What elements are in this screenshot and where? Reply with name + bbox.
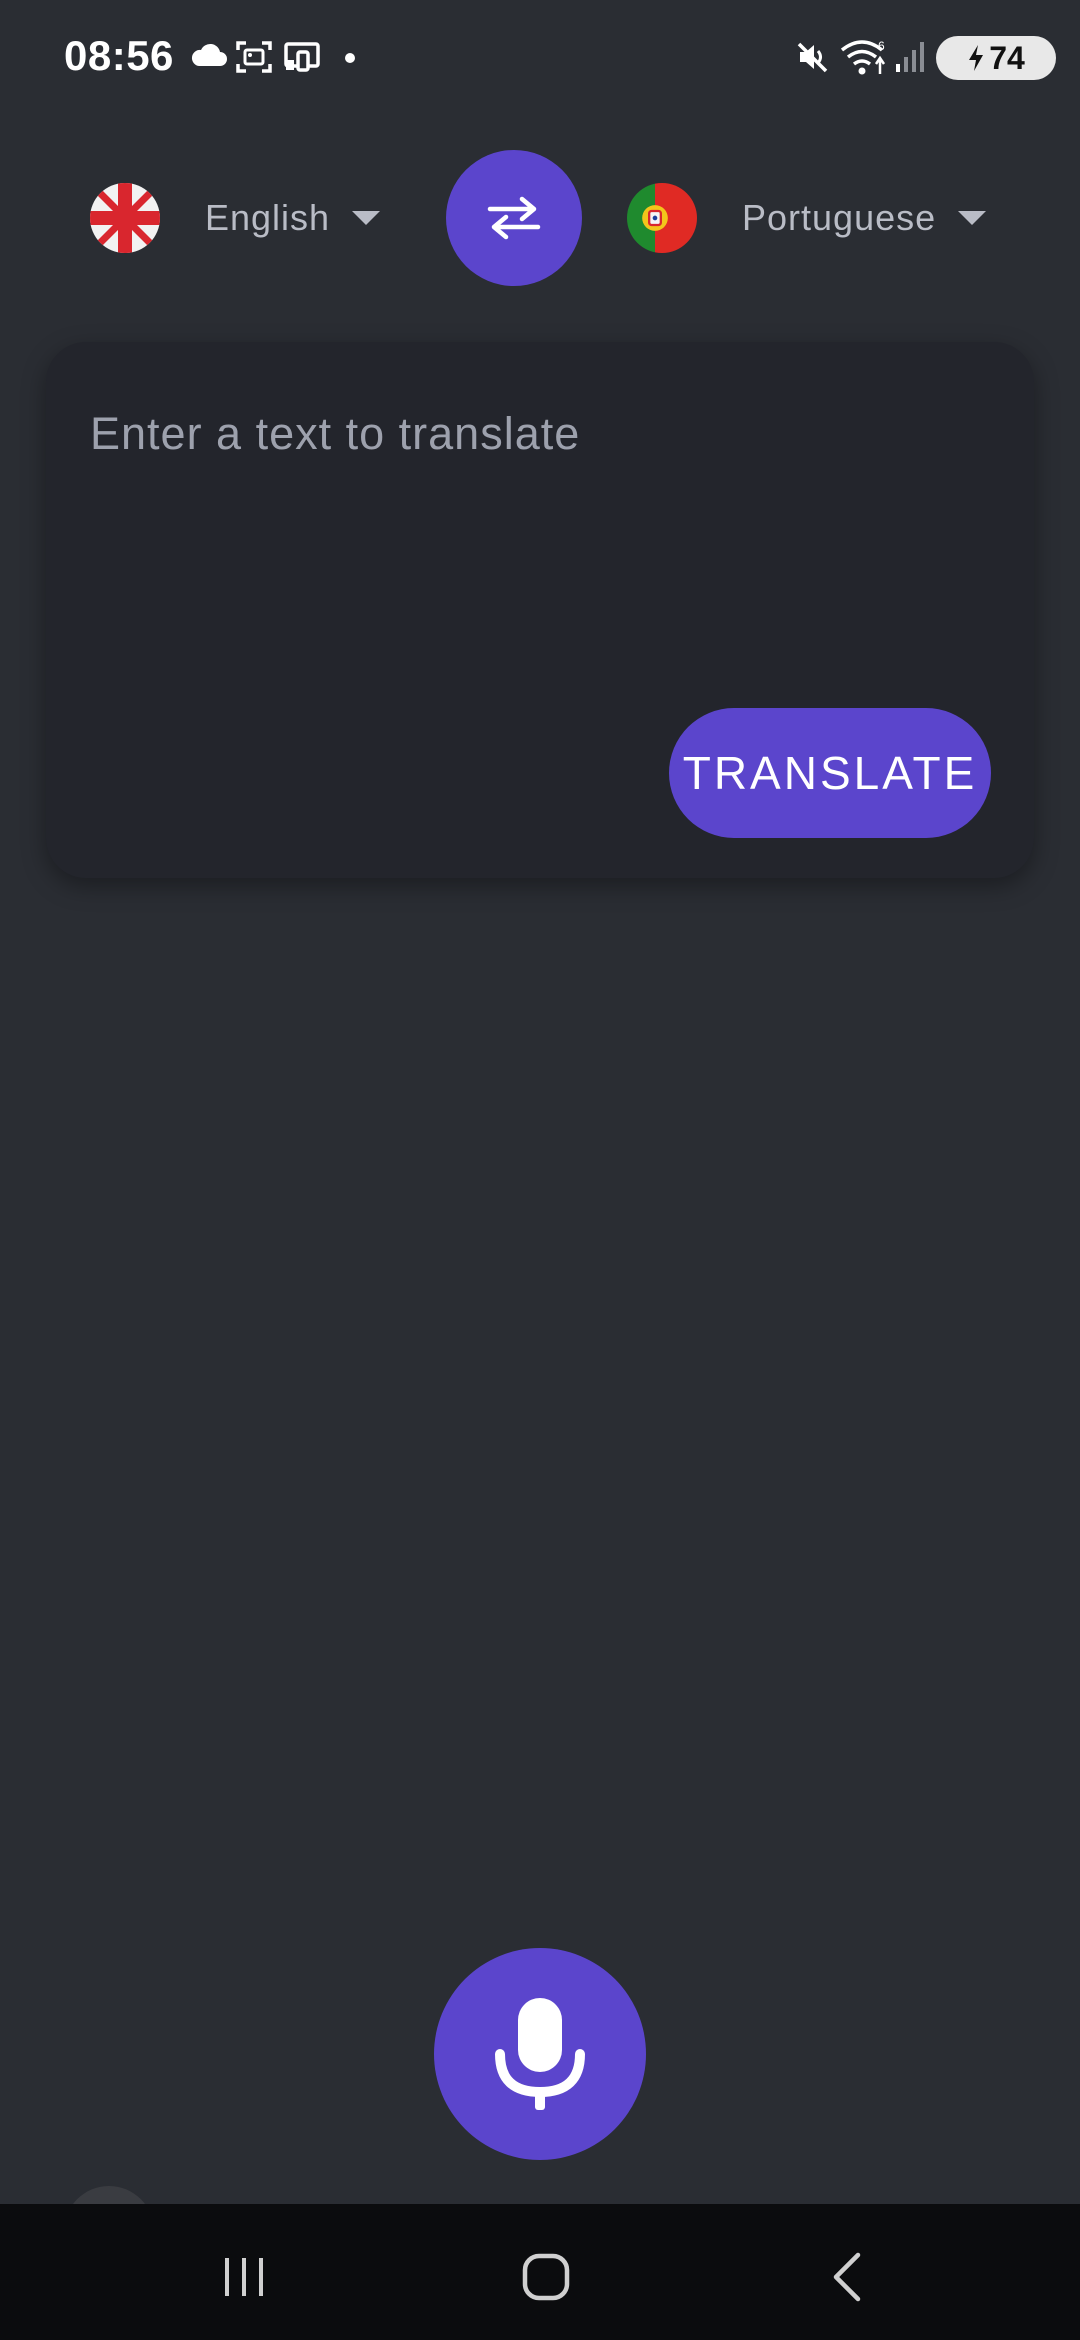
svg-text:6: 6: [878, 39, 885, 53]
swap-arrows-icon: [487, 196, 541, 240]
charging-icon: [969, 45, 984, 71]
cast-icon: [284, 42, 320, 72]
target-language-label: Portuguese: [742, 197, 937, 238]
portugal-flag-icon: [627, 183, 697, 253]
home-icon: [522, 2253, 570, 2301]
microphone-icon: [495, 1998, 585, 2110]
signal-icon: [896, 42, 924, 72]
screenshot-icon: [236, 41, 272, 73]
translator-screen: 08:56 6 74 English Portuguese Enter a te…: [0, 0, 1080, 2340]
language-bar: English Portuguese: [0, 148, 1080, 288]
target-language-selector[interactable]: Portuguese: [742, 193, 987, 243]
navigation-bar: [0, 2204, 1080, 2340]
source-language-label: English: [205, 197, 331, 238]
translation-input-card: TRANSLATE: [46, 342, 1034, 878]
battery-indicator: 74: [936, 36, 1056, 80]
uk-flag-icon: [90, 183, 160, 253]
back-button[interactable]: [808, 2242, 888, 2312]
chevron-down-icon: [352, 211, 381, 225]
status-time: 08:56: [64, 32, 174, 79]
home-button[interactable]: [506, 2242, 586, 2312]
battery-level: 74: [989, 39, 1025, 76]
translate-button[interactable]: TRANSLATE: [669, 708, 991, 838]
source-language-selector[interactable]: English: [205, 193, 381, 243]
voice-input-button[interactable]: [434, 1948, 646, 2160]
recents-button[interactable]: [204, 2242, 284, 2312]
swap-languages-button[interactable]: [446, 150, 582, 286]
wifi-icon: 6: [840, 39, 886, 75]
back-icon: [833, 2252, 861, 2302]
mute-icon: [797, 42, 828, 73]
text-to-translate-input[interactable]: [90, 394, 970, 474]
cloud-icon: [191, 43, 227, 66]
status-bar: 08:56 6 74: [0, 0, 1080, 116]
recents-icon: [225, 2258, 263, 2296]
notification-dot-icon: [345, 53, 355, 63]
chevron-down-icon: [958, 211, 987, 225]
